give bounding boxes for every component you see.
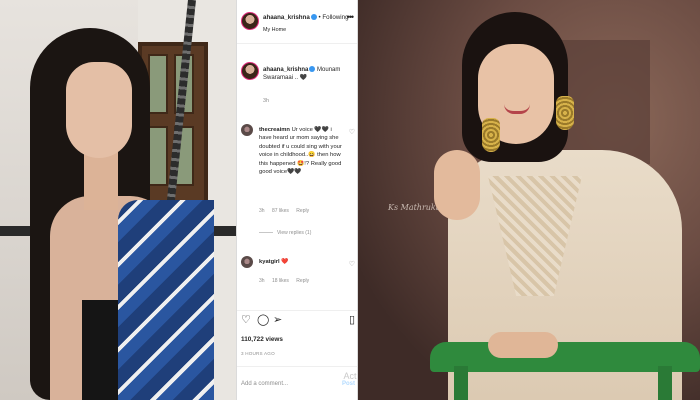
comment-body: ❤️: [281, 259, 289, 265]
chair-leg: [454, 366, 468, 400]
jhumka-earring: [482, 118, 500, 152]
posted-time: 3 HOURS AGO: [241, 351, 275, 356]
right-photo: Ks Mathrukalu: [358, 0, 700, 400]
neck: [84, 150, 118, 210]
comment-likes[interactable]: 18 likes: [272, 278, 289, 284]
profile-avatar[interactable]: [241, 12, 259, 30]
reply-button[interactable]: Reply: [296, 278, 309, 284]
face: [66, 62, 132, 158]
caption-text: ahaana_krishna Mounam Swaramaai .. 🖤: [263, 66, 355, 82]
comment-bubble-icon[interactable]: ◯: [257, 314, 269, 326]
following-button[interactable]: Following: [322, 14, 348, 21]
like-comment-heart-icon[interactable]: ♡: [349, 128, 355, 136]
more-dots-icon[interactable]: •••: [347, 12, 355, 22]
comment-text: kyatgirl ❤️: [259, 258, 345, 266]
comment-body: Ur voice 🖤🖤 i have heard ur mom saying s…: [259, 127, 342, 176]
post-actions-bar: ♡ ◯ ➢ ▯: [237, 310, 357, 330]
like-heart-icon[interactable]: ♡: [241, 314, 251, 326]
comment-likes[interactable]: 87 likes: [272, 208, 289, 214]
instagram-post-panel: ahaana_krishna • Following My Home ••• a…: [236, 0, 358, 400]
commenter-avatar[interactable]: [241, 256, 253, 268]
raised-hand: [434, 150, 480, 220]
share-send-icon[interactable]: ➢: [273, 314, 282, 326]
username-text[interactable]: ahaana_krishna: [263, 14, 310, 21]
comment-meta: 3h 87 likes Reply: [259, 208, 315, 214]
comment-text: thecreaimn Ur voice 🖤🖤 i have heard ur m…: [259, 126, 345, 176]
comment-time: 3h: [259, 278, 265, 284]
like-comment-heart-icon[interactable]: ♡: [349, 260, 355, 268]
post-comment-button[interactable]: Post: [342, 381, 355, 387]
view-count[interactable]: 110,722 views: [241, 336, 283, 343]
comment-meta: 3h 18 likes Reply: [259, 278, 315, 284]
chair-leg: [658, 366, 672, 400]
save-bookmark-icon[interactable]: ▯: [349, 314, 355, 326]
left-photo: [0, 0, 236, 400]
reply-button[interactable]: Reply: [296, 208, 309, 214]
verified-badge-icon: [310, 14, 317, 21]
view-replies-link[interactable]: View replies (1): [259, 230, 311, 236]
activate-watermark: Activ: [343, 371, 357, 381]
caption-avatar[interactable]: [241, 62, 259, 80]
blue-dupatta: [118, 200, 214, 400]
caption-time: 3h: [263, 98, 269, 104]
add-comment-bar: Add a comment... Activ Post: [237, 366, 357, 400]
commenter-avatar[interactable]: [241, 124, 253, 136]
post-header: ahaana_krishna • Following My Home •••: [237, 0, 357, 44]
header-username[interactable]: ahaana_krishna • Following: [263, 14, 349, 21]
comment-username[interactable]: thecreaimn: [259, 127, 290, 133]
caption-username[interactable]: ahaana_krishna: [263, 67, 308, 73]
comment-username[interactable]: kyatgirl: [259, 259, 280, 265]
comment-input[interactable]: Add a comment...: [241, 381, 288, 387]
comment-time: 3h: [259, 208, 265, 214]
jhumka-earring: [556, 96, 574, 130]
location-label[interactable]: My Home: [263, 27, 286, 33]
verified-badge-icon: [309, 66, 316, 73]
resting-hand: [488, 332, 558, 358]
